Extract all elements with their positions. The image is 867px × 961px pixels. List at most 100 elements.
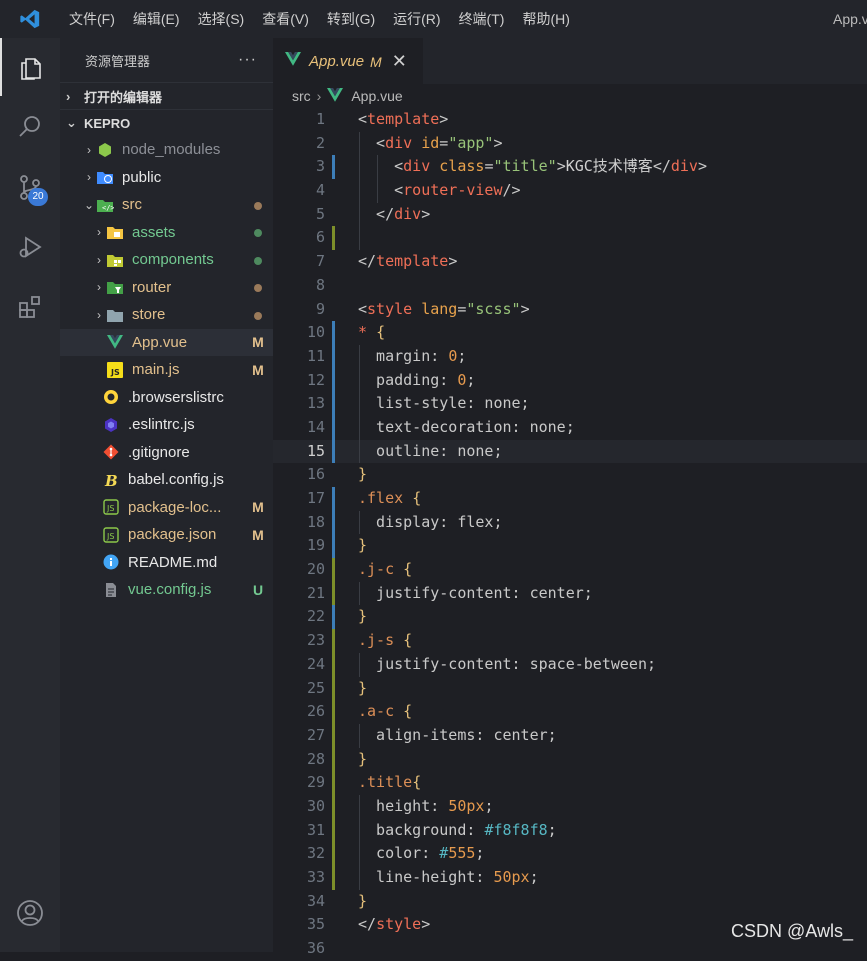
- code-line[interactable]: 12 padding: 0;: [273, 368, 867, 393]
- code-token: ;: [457, 346, 467, 365]
- menu-item[interactable]: 终端(T): [450, 0, 514, 38]
- search-icon[interactable]: [0, 98, 60, 156]
- tree-item-main-js[interactable]: JS main.js M: [60, 356, 273, 384]
- code-line[interactable]: 30 height: 50px;: [273, 794, 867, 819]
- code-line[interactable]: 3 <div class="title">KGC技术博客</div>: [273, 155, 867, 180]
- menu-item[interactable]: 文件(F): [60, 0, 124, 38]
- tree-item-readme-md[interactable]: README.md: [60, 549, 273, 577]
- tree-item-eslintrc-js[interactable]: .eslintrc.js: [60, 411, 273, 439]
- code-line[interactable]: 13 list-style: none;: [273, 392, 867, 416]
- tree-item-src[interactable]: ⌄ </> src: [60, 191, 273, 219]
- code-line[interactable]: 25}: [273, 676, 867, 701]
- more-actions-button[interactable]: ···: [238, 51, 257, 69]
- menu-item[interactable]: 编辑(E): [124, 0, 189, 38]
- line-number: 15: [306, 441, 325, 460]
- tree-item-public[interactable]: › public: [60, 164, 273, 192]
- code-line[interactable]: 16}: [273, 463, 867, 487]
- explorer-icon[interactable]: [0, 38, 60, 96]
- code-token: *: [358, 323, 368, 342]
- tree-item-package-json[interactable]: JS package.json M: [60, 521, 273, 549]
- code-line[interactable]: 34}: [273, 890, 867, 914]
- code-line[interactable]: 14 text-decoration: none;: [273, 415, 867, 440]
- tree-item-router[interactable]: › router: [60, 274, 273, 302]
- tree-item-components[interactable]: › components: [60, 246, 273, 274]
- tree-item-node-modules[interactable]: › node_modules: [60, 136, 273, 164]
- code-line[interactable]: 8: [273, 274, 867, 298]
- tab-app-vue[interactable]: App.vue M ✕: [273, 38, 423, 84]
- menu-item[interactable]: 查看(V): [253, 0, 318, 38]
- code-token: </: [358, 915, 377, 934]
- code-line[interactable]: 26 .a-c {: [273, 700, 867, 724]
- code-line[interactable]: 6: [273, 226, 867, 251]
- code-line[interactable]: 1 <template>: [273, 108, 867, 132]
- tree-item-browserslistrc[interactable]: .browserslistrc: [60, 384, 273, 412]
- code-line[interactable]: 21 justify-content: center;: [273, 581, 867, 606]
- project-section[interactable]: ⌄ KEPRO: [60, 109, 273, 136]
- code-token: : none;: [466, 394, 530, 413]
- source-control-icon[interactable]: 20: [0, 158, 60, 216]
- code-line[interactable]: 29 .title{: [273, 771, 867, 795]
- git-gutter-marker: [332, 581, 335, 606]
- browserslist-file-icon: [102, 388, 120, 406]
- code-line[interactable]: 28}: [273, 747, 867, 772]
- tree-item-babel-config-js[interactable]: Bbabel.config.js: [60, 466, 273, 494]
- code-line[interactable]: 20 .j-c {: [273, 558, 867, 582]
- code-token: : space-between;: [511, 654, 657, 673]
- code-line[interactable]: 5 </div>: [273, 202, 867, 227]
- close-icon[interactable]: ✕: [392, 51, 407, 72]
- code-line[interactable]: 32 color: #555;: [273, 842, 867, 866]
- code-line[interactable]: 2 <div id="app">: [273, 131, 867, 156]
- code-line[interactable]: 11 margin: 0;: [273, 344, 867, 369]
- code-token: {: [403, 702, 413, 721]
- code-line[interactable]: 22}: [273, 605, 867, 630]
- code-token: list-style: [358, 394, 467, 413]
- chevron-right-icon: ›: [66, 88, 71, 104]
- code-line[interactable]: 18 display: flex;: [273, 510, 867, 535]
- code-line[interactable]: 27 align-items: center;: [273, 723, 867, 748]
- code-line[interactable]: 23 .j-s {: [273, 629, 867, 653]
- code-token: .a-c: [358, 702, 395, 721]
- tree-item-package-loc[interactable]: JS package-loc... M: [60, 494, 273, 522]
- tree-item-label: assets: [132, 223, 176, 241]
- account-icon[interactable]: [0, 884, 60, 942]
- code-line[interactable]: 15 outline: none;: [273, 439, 867, 464]
- menu-item[interactable]: 转到(G): [318, 0, 384, 38]
- code-line[interactable]: 33 line-height: 50px;: [273, 866, 867, 890]
- breadcrumb-folder[interactable]: src: [292, 88, 311, 104]
- menu-item[interactable]: 选择(S): [189, 0, 254, 38]
- code-line[interactable]: 10 * {: [273, 321, 867, 345]
- tree-item-app-vue[interactable]: App.vue M: [60, 328, 273, 356]
- git-change-dot: [243, 197, 273, 213]
- git-change-dot: [243, 307, 273, 323]
- tree-item-gitignore[interactable]: .gitignore: [60, 439, 273, 467]
- menu-item[interactable]: 帮助(H): [513, 0, 578, 38]
- code-editor[interactable]: 1 <template> 2 <div id="app"> 3 <div class=…: [273, 108, 867, 961]
- tree-item-vue-config-js[interactable]: vue.config.js U: [60, 576, 273, 604]
- extensions-icon[interactable]: [0, 278, 60, 336]
- tree-item-assets[interactable]: › assets: [60, 219, 273, 247]
- code-line[interactable]: 31 background: #f8f8f8;: [273, 818, 867, 843]
- line-number: 26: [306, 702, 325, 721]
- line-number: 3: [315, 157, 325, 176]
- code-line[interactable]: 17 .flex {: [273, 487, 867, 511]
- code-text: .j-s {: [358, 629, 412, 653]
- code-line[interactable]: 24 justify-content: space-between;: [273, 652, 867, 677]
- code-line[interactable]: 7 </template>: [273, 250, 867, 274]
- tree-item-store[interactable]: › store: [60, 301, 273, 329]
- run-debug-icon[interactable]: [0, 218, 60, 276]
- code-text: <style lang="scss">: [358, 298, 530, 322]
- explorer-header: 资源管理器 ···: [60, 38, 273, 82]
- breadcrumb-file[interactable]: App.vue: [351, 88, 402, 104]
- code-line[interactable]: 9 <style lang="scss">: [273, 298, 867, 322]
- code-line[interactable]: 4 <router-view/>: [273, 179, 867, 203]
- line-number: 33: [306, 868, 325, 886]
- tree-item-label: package-loc...: [128, 498, 222, 516]
- line-number: 32: [306, 844, 325, 863]
- code-token: line-height: [358, 868, 476, 886]
- chevron-right-icon: ›: [97, 252, 101, 267]
- open-editors-section[interactable]: › 打开的编辑器: [60, 82, 273, 109]
- tree-item-label: components: [132, 251, 214, 269]
- menu-item[interactable]: 运行(R): [384, 0, 449, 38]
- code-token: </: [652, 157, 671, 176]
- code-line[interactable]: 19}: [273, 534, 867, 559]
